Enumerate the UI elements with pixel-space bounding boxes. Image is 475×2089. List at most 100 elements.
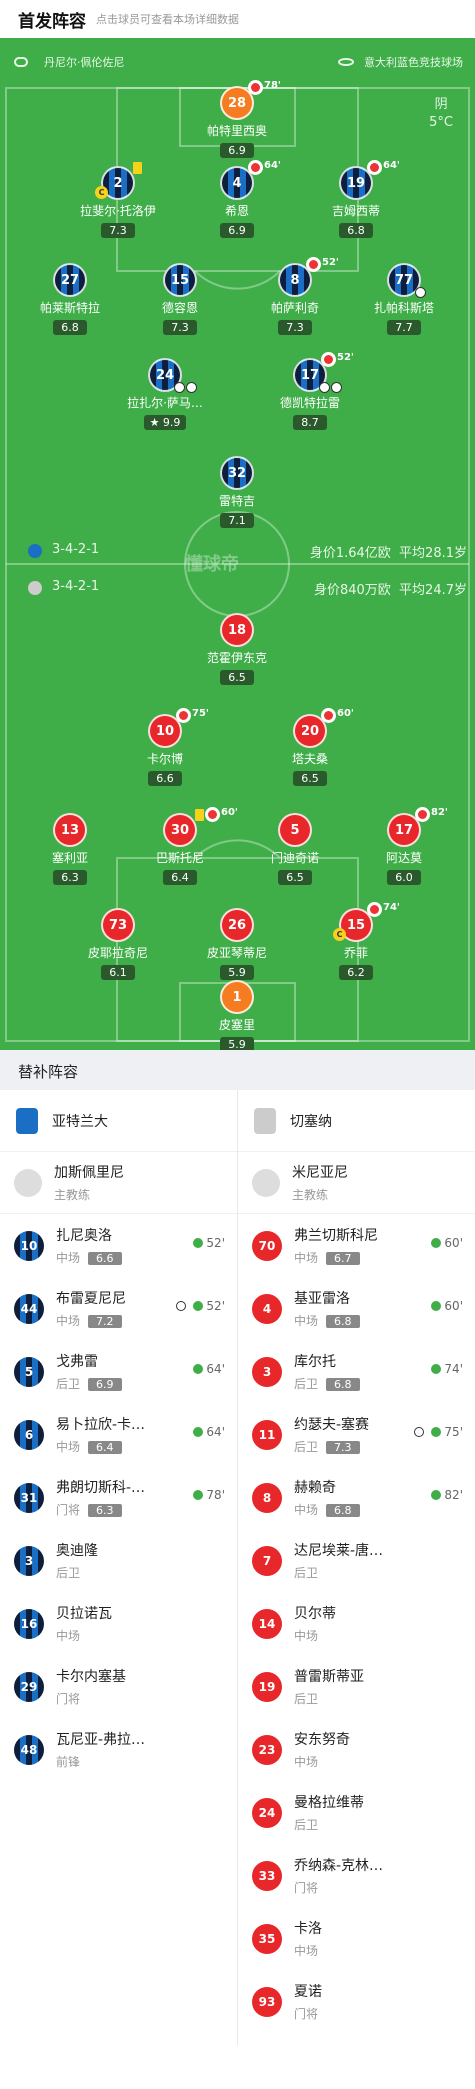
home-team-row[interactable]: 亚特兰大 <box>0 1090 237 1152</box>
sub-player-row[interactable]: 29 卡尔内塞基 门将 <box>0 1655 237 1718</box>
sub-player-row[interactable]: 48 瓦尼亚-弗拉… 前锋 <box>0 1718 237 1781</box>
player-number: 6 <box>14 1419 44 1450</box>
player-name: 塔夫桑 <box>291 752 328 766</box>
player-name: 奥迪隆 <box>56 1543 98 1559</box>
sub-time: 52' <box>206 1236 225 1250</box>
player-name: 基亚雷洛 <box>294 1291 350 1307</box>
away-team-row[interactable]: 切塞纳 <box>238 1090 475 1152</box>
pitch-player[interactable]: 73 皮耶拉奇尼 6.1 <box>63 908 173 980</box>
yellow-card-icon <box>195 809 204 821</box>
sub-off-icon <box>321 708 336 723</box>
player-name: 普雷斯蒂亚 <box>294 1669 364 1685</box>
sub-off-icon <box>248 160 263 175</box>
sub-off-icon <box>248 80 263 95</box>
pitch-player[interactable]: 15 74' C 乔菲 6.2 <box>301 902 411 980</box>
player-name: 拉扎尔·萨马… <box>127 396 203 410</box>
away-team-name: 切塞纳 <box>290 1113 332 1130</box>
pitch-player[interactable]: 30 60' 巴斯托尼 6.4 <box>125 807 238 885</box>
goal-ball-icon <box>331 382 342 393</box>
sub-player-row[interactable]: 4 基亚雷洛 中场 6.8 60' <box>238 1277 475 1340</box>
sub-on-icon <box>431 1364 442 1374</box>
sub-player-row[interactable]: 5 戈弗雷 后卫 6.9 64' <box>0 1340 237 1403</box>
player-number: 28 78' <box>220 80 281 120</box>
player-rating: 6.2 <box>339 965 373 980</box>
player-rating: 6.9 <box>220 223 254 238</box>
home-coach[interactable]: 加斯佩里尼 主教练 <box>0 1152 237 1214</box>
player-name: 卡洛 <box>294 1921 322 1937</box>
sub-on-time: 52' <box>193 1236 225 1250</box>
sub-player-row[interactable]: 33 乔纳森-克林… 门将 <box>238 1844 475 1907</box>
sub-off-icon <box>176 708 191 723</box>
sub-player-row[interactable]: 44 布雷夏尼尼 中场 7.2 52' <box>0 1277 237 1340</box>
home-subs-column: 亚特兰大 加斯佩里尼 主教练 10 扎尼奥洛 中场 6.6 52' 44 布雷夏尼尼 中场 7.2… <box>0 1090 237 1781</box>
pitch-player[interactable]: 19 64' 吉姆西蒂 6.8 <box>301 160 411 238</box>
player-position: 后卫 7.3 <box>294 1438 369 1455</box>
away-coach[interactable]: 米尼亚尼 主教练 <box>238 1152 475 1214</box>
sub-player-row[interactable]: 3 库尔托 后卫 6.8 74' <box>238 1340 475 1403</box>
sub-player-row[interactable]: 16 贝拉诺瓦 中场 <box>0 1592 237 1655</box>
pitch-player[interactable]: 17 82' 阿达莫 6.0 <box>349 807 459 885</box>
pitch-player[interactable]: 1 皮塞里 5.9 <box>182 980 292 1050</box>
sub-player-row[interactable]: 70 弗兰切斯科尼 中场 6.7 60' <box>238 1214 475 1277</box>
sub-player-row[interactable]: 24 曼格拉维蒂 后卫 <box>238 1781 475 1844</box>
player-number: 93 <box>252 1986 282 2017</box>
number-text: 19 <box>346 175 366 191</box>
pitch-player[interactable]: 10 75' 卡尔博 6.6 <box>110 708 220 786</box>
position-text: 后卫 <box>56 1377 81 1391</box>
pitch-player[interactable]: 32 雷特吉 7.1 <box>182 456 292 528</box>
position-text: 后卫 <box>294 1818 319 1832</box>
pitch-player[interactable]: 8 52' 帕萨利奇 7.3 <box>240 257 350 335</box>
sub-time: 64' <box>383 160 400 171</box>
player-position: 前锋 <box>56 1753 145 1770</box>
sub-player-row[interactable]: 35 卡洛 中场 <box>238 1907 475 1970</box>
sub-time: 52' <box>337 352 354 363</box>
sub-player-row[interactable]: 93 夏诺 门将 <box>238 1970 475 2033</box>
player-rating: 6.4 <box>163 870 197 885</box>
player-rating: 7.3 <box>278 320 312 335</box>
sub-on-icon <box>431 1238 442 1248</box>
sub-player-row[interactable]: 10 扎尼奥洛 中场 6.6 52' <box>0 1214 237 1277</box>
sub-on-icon <box>431 1427 442 1437</box>
sub-player-row[interactable]: 14 贝尔蒂 中场 <box>238 1592 475 1655</box>
pitch-player[interactable]: 2 C 拉斐尔·托洛伊 7.3 <box>63 162 173 238</box>
player-rating: 7.3 <box>101 223 135 238</box>
sub-player-row[interactable]: 6 易卜拉欣-卡… 中场 6.4 64' <box>0 1403 237 1466</box>
sub-on-time: 74' <box>431 1362 463 1376</box>
pitch-player[interactable]: 4 64' 希恩 6.9 <box>182 160 292 238</box>
player-name: 德凯特拉雷 <box>279 396 340 410</box>
position-text: 中场 <box>294 1251 319 1265</box>
sub-player-row[interactable]: 23 安东努奇 中场 <box>238 1718 475 1781</box>
pitch-player[interactable]: 24 拉扎尔·萨马… ★ 9.9 <box>110 358 220 430</box>
number-text: 13 <box>60 822 80 838</box>
home-value-text: 身价1.64亿欧 <box>309 546 391 561</box>
mvp-rating: ★ 9.9 <box>143 415 187 430</box>
sub-player-row[interactable]: 8 赫赖奇 中场 6.8 82' <box>238 1466 475 1529</box>
pitch-player[interactable]: 17 52' 德凯特拉雷 8.7 <box>255 352 365 430</box>
sub-player-row[interactable]: 3 奥迪隆 后卫 <box>0 1529 237 1592</box>
player-position: 门将 6.3 <box>56 1501 145 1518</box>
pitch-player[interactable]: 77 扎帕科斯塔 7.7 <box>349 263 459 335</box>
pitch-player[interactable]: 27 帕莱斯特拉 6.8 <box>15 263 125 335</box>
sub-player-row[interactable]: 31 弗朗切斯科-… 门将 6.3 78' <box>0 1466 237 1529</box>
player-rating: 6.9 <box>220 143 254 158</box>
player-name: 卡尔博 <box>146 752 183 766</box>
sub-player-row[interactable]: 19 普雷斯蒂亚 后卫 <box>238 1655 475 1718</box>
pitch-player[interactable]: 5 门迪奇诺 6.5 <box>240 813 350 885</box>
captain-icon: C <box>95 186 108 199</box>
sub-player-row[interactable]: 7 达尼埃莱-唐… 后卫 <box>238 1529 475 1592</box>
pitch-player[interactable]: 26 皮亚琴蒂尼 5.9 <box>182 908 292 980</box>
player-position: 中场 6.7 <box>294 1249 378 1266</box>
pitch-player[interactable]: 28 78' 帕特里西奥 6.9 <box>182 80 292 158</box>
player-name: 贝拉诺瓦 <box>56 1606 112 1622</box>
player-name: 易卜拉欣-卡… <box>56 1417 146 1433</box>
player-name: 瓦尼亚-弗拉… <box>56 1732 146 1748</box>
position-text: 中场 <box>294 1944 319 1958</box>
position-text: 后卫 <box>294 1440 319 1454</box>
sub-player-row[interactable]: 11 约瑟夫-塞赛 后卫 7.3 75' <box>238 1403 475 1466</box>
pitch-player[interactable]: 15 德容恩 7.3 <box>125 263 235 335</box>
pitch-player[interactable]: 18 范霍伊东克 6.5 <box>182 613 292 685</box>
pitch-player[interactable]: 13 塞利亚 6.3 <box>15 813 125 885</box>
pitch-player[interactable]: 20 60' 塔夫桑 6.5 <box>255 708 365 786</box>
lineup-title: 首发阵容 <box>18 11 86 32</box>
player-number: 10 <box>14 1230 44 1261</box>
